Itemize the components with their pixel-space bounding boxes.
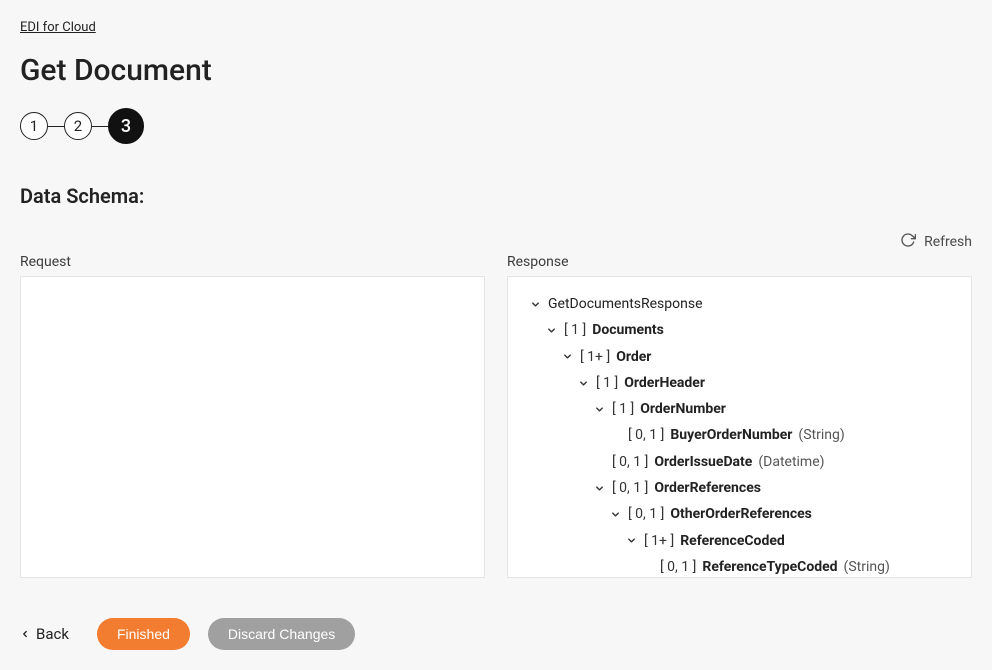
tree-cardinality: [ 0, 1 ] — [612, 452, 648, 472]
tree-node: [ 0, 1 ] ReferenceTypeCoded (String) — [514, 554, 965, 578]
chevron-down-icon[interactable] — [624, 535, 638, 546]
section-heading: Data Schema: — [20, 184, 972, 208]
discard-button[interactable]: Discard Changes — [208, 618, 355, 650]
tree-cardinality: [ 1 ] — [612, 399, 634, 419]
back-button[interactable]: Back — [20, 625, 69, 643]
tree-node[interactable]: [ 0, 1 ] OrderReferences — [514, 475, 965, 501]
tree-cardinality: [ 1+ ] — [644, 531, 674, 551]
tree-cardinality: [ 1 ] — [564, 320, 586, 340]
request-panel — [20, 276, 485, 578]
tree-node: [ 0, 1 ] BuyerOrderNumber (String) — [514, 422, 965, 448]
chevron-down-icon[interactable] — [576, 378, 590, 389]
breadcrumb[interactable]: EDI for Cloud — [20, 20, 96, 35]
tree-node[interactable]: [ 1 ] OrderNumber — [514, 396, 965, 422]
tree-node-name: OrderNumber — [640, 399, 726, 419]
refresh-button[interactable]: Refresh — [20, 232, 972, 252]
tree-node-name: Order — [616, 347, 651, 367]
tree-node[interactable]: [ 1+ ] ReferenceCoded — [514, 528, 965, 554]
step-3[interactable]: 3 — [108, 108, 144, 144]
request-label: Request — [20, 254, 485, 270]
refresh-icon — [900, 232, 916, 252]
tree-node[interactable]: [ 1 ] Documents — [514, 317, 965, 343]
tree-node-type: (String) — [798, 425, 844, 445]
tree-node[interactable]: [ 0, 1 ] OtherOrderReferences — [514, 501, 965, 527]
tree-node-name: OtherOrderReferences — [670, 504, 812, 524]
tree-node[interactable]: [ 1+ ] Order — [514, 344, 965, 370]
tree-node-name: GetDocumentsResponse — [548, 294, 703, 314]
tree-node-name: Documents — [592, 320, 664, 340]
chevron-down-icon[interactable] — [608, 509, 622, 520]
response-label: Response — [507, 254, 972, 270]
chevron-left-icon — [20, 625, 30, 643]
chevron-down-icon[interactable] — [592, 483, 606, 494]
step-1[interactable]: 1 — [20, 112, 48, 140]
tree-node-name: ReferenceCoded — [680, 531, 785, 551]
step-connector — [48, 126, 64, 127]
chevron-down-icon[interactable] — [560, 351, 574, 362]
tree-cardinality: [ 0, 1 ] — [628, 425, 664, 445]
response-panel[interactable]: GetDocumentsResponse[ 1 ] Documents[ 1+ … — [507, 276, 972, 578]
tree-node-name: BuyerOrderNumber — [670, 425, 792, 445]
tree-cardinality: [ 1+ ] — [580, 347, 610, 367]
refresh-label: Refresh — [924, 234, 972, 250]
tree-node-name: OrderIssueDate — [654, 452, 752, 472]
chevron-down-icon[interactable] — [544, 325, 558, 336]
finished-button[interactable]: Finished — [97, 618, 190, 650]
tree-cardinality: [ 0, 1 ] — [612, 478, 648, 498]
chevron-down-icon[interactable] — [592, 404, 606, 415]
tree-node[interactable]: [ 1 ] OrderHeader — [514, 370, 965, 396]
stepper: 1 2 3 — [20, 108, 972, 144]
tree-node-type: (Datetime) — [758, 452, 824, 472]
tree-node: [ 0, 1 ] OrderIssueDate (Datetime) — [514, 449, 965, 475]
step-connector — [92, 126, 108, 127]
tree-cardinality: [ 0, 1 ] — [628, 504, 664, 524]
tree-cardinality: [ 0, 1 ] — [660, 557, 696, 577]
tree-node-name: OrderHeader — [624, 373, 705, 393]
tree-node-name: OrderReferences — [654, 478, 761, 498]
chevron-down-icon[interactable] — [528, 299, 542, 310]
page-title: Get Document — [20, 53, 972, 88]
step-2[interactable]: 2 — [64, 112, 92, 140]
tree-node-type: (String) — [844, 557, 890, 577]
tree-cardinality: [ 1 ] — [596, 373, 618, 393]
tree-node-name: ReferenceTypeCoded — [702, 557, 837, 577]
back-label: Back — [36, 625, 69, 643]
tree-node[interactable]: GetDocumentsResponse — [514, 291, 965, 317]
